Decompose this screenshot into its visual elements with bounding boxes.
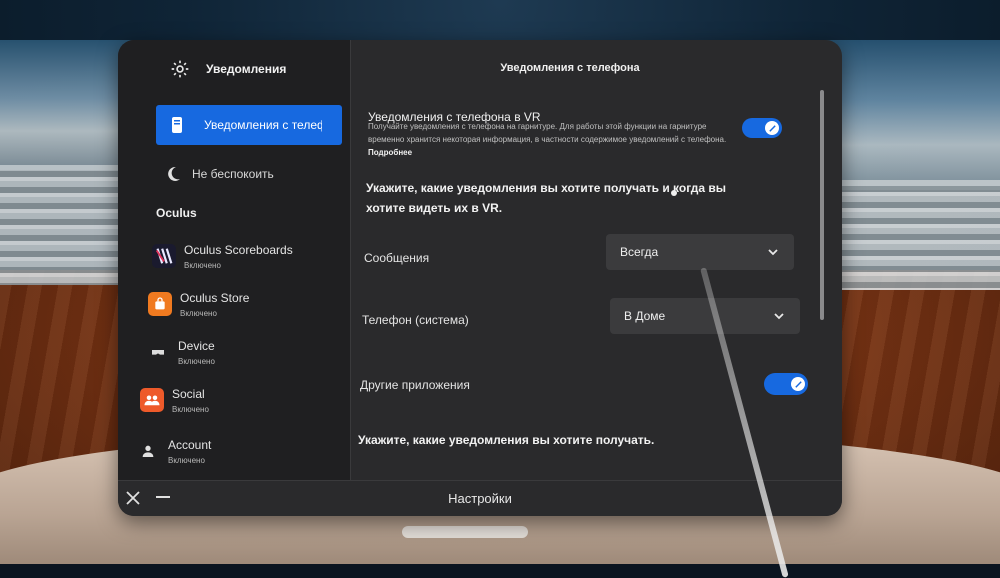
scoreboards-icon <box>152 244 176 268</box>
social-people-icon <box>140 388 164 412</box>
app-name: Oculus Store <box>180 290 250 305</box>
sidebar-item-do-not-disturb[interactable]: Не беспокоить <box>164 160 344 188</box>
headset-icon <box>146 340 170 364</box>
app-status: Включено <box>168 455 205 465</box>
section-header-oculus: Oculus <box>156 206 197 220</box>
vr-notifications-toggle[interactable] <box>742 118 782 138</box>
vr-notifications-description: Получайте уведомления с телефона на гарн… <box>368 122 727 157</box>
sidebar-item-label: Не беспокоить <box>192 167 274 181</box>
moon-icon <box>164 165 182 183</box>
person-icon <box>136 439 160 463</box>
dropdown-value: В Доме <box>624 309 666 323</box>
sidebar-item-social[interactable]: Social Включено <box>140 380 340 420</box>
window-bottom-bar: Настройки <box>118 480 842 516</box>
app-name: Social <box>172 386 205 401</box>
app-name: Account <box>168 437 212 452</box>
scrollbar[interactable] <box>820 90 824 320</box>
sidebar-item-oculus-store[interactable]: Oculus Store Включено <box>148 284 348 324</box>
sidebar-item-label: Уведомления с телефона <box>204 118 322 132</box>
sidebar-item-phone-notifications[interactable]: Уведомления с телефона <box>156 105 342 145</box>
phone-system-dropdown[interactable]: В Доме <box>610 298 800 334</box>
toggle-knob <box>791 377 805 391</box>
app-name: Oculus Scoreboards <box>184 242 293 257</box>
toggle-knob <box>765 121 779 135</box>
other-apps-label: Другие приложения <box>360 378 470 392</box>
gear-icon[interactable] <box>170 59 190 79</box>
phone-icon <box>170 116 184 134</box>
other-apps-toggle[interactable] <box>764 373 808 395</box>
window-title: Настройки <box>448 491 512 506</box>
phone-system-label: Телефон (система) <box>362 313 469 327</box>
dropdown-value: Всегда <box>620 245 659 259</box>
store-bag-icon <box>148 292 172 316</box>
chevron-down-icon <box>766 245 780 259</box>
sidebar-header: Уведомления <box>118 40 350 98</box>
sidebar: Уведомления Уведомления с телефона Не бе… <box>118 40 351 480</box>
app-status: Включено <box>184 260 221 270</box>
app-name: Device <box>178 338 215 353</box>
messages-label: Сообщения <box>364 251 430 265</box>
app-status: Включено <box>178 356 215 366</box>
pointer-cursor <box>671 190 677 196</box>
sidebar-item-device[interactable]: Device Включено <box>146 332 346 372</box>
chevron-down-icon <box>772 309 786 323</box>
sidebar-item-oculus-scoreboards[interactable]: Oculus Scoreboards Включено <box>152 236 352 276</box>
panel-grab-handle[interactable] <box>402 526 528 538</box>
messages-dropdown[interactable]: Всегда <box>606 234 794 270</box>
sidebar-item-account[interactable]: Account Включено <box>136 431 336 471</box>
content-pane: Уведомления с телефона Уведомления с тел… <box>350 40 842 480</box>
page-title: Уведомления с телефона <box>500 62 640 74</box>
notifications-when-heading: Укажите, какие уведомления вы хотите пол… <box>366 181 727 215</box>
sidebar-title: Уведомления <box>206 62 287 76</box>
settings-panel: Уведомления Уведомления с телефона Не бе… <box>118 40 842 516</box>
app-status: Включено <box>172 404 209 414</box>
notifications-receive-heading: Укажите, какие уведомления вы хотите пол… <box>358 433 655 447</box>
learn-more-link[interactable]: Подробнее <box>368 148 412 157</box>
app-status: Включено <box>180 308 217 318</box>
